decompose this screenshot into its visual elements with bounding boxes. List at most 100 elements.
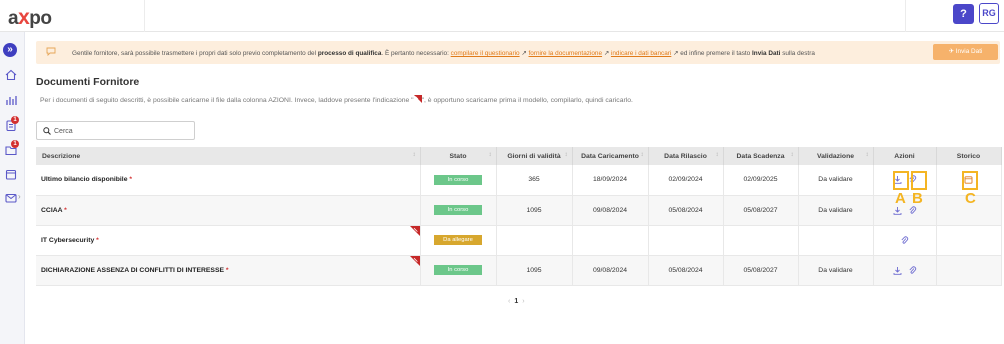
cell-descrizione: DICHIARAZIONE ASSENZA DI CONFLITTI DI IN… <box>36 255 421 286</box>
cell-scadenza <box>723 225 799 256</box>
template-flag-icon[interactable] <box>409 225 420 236</box>
paperclip-icon[interactable] <box>900 235 909 245</box>
annotation-label-a: A <box>895 190 906 207</box>
template-flag-icon <box>413 95 422 103</box>
notification-badge: 1 <box>11 116 19 124</box>
cell-rilascio: 05/08/2024 <box>648 255 724 286</box>
table-row: Ultimo bilancio disponibile * In corso 3… <box>36 165 1002 196</box>
notification-badge: 1 <box>11 140 19 148</box>
template-flag-icon[interactable] <box>409 255 420 266</box>
search-box <box>36 121 195 140</box>
annotation-label-b: B <box>912 190 923 207</box>
questionnaire-link[interactable]: compilare il questionario <box>451 50 520 57</box>
cell-stato: Da allegare <box>420 225 497 256</box>
documentation-link[interactable]: fornire la documentazione <box>529 50 603 57</box>
sidebar-expand-button[interactable]: » <box>3 43 17 57</box>
user-avatar-button[interactable]: RG <box>979 3 999 24</box>
column-header-giorni[interactable]: Giorni di validità ↕ <box>496 147 573 165</box>
cell-scadenza: 05/08/2027 <box>723 195 799 226</box>
comment-icon <box>46 47 56 56</box>
column-header-descrizione[interactable]: Descrizione ↕ <box>36 147 421 165</box>
send-data-button[interactable]: ✈ Invia Dati <box>933 44 998 60</box>
cell-descrizione: IT Cybersecurity * <box>36 225 421 256</box>
topbar-divider <box>144 0 145 32</box>
banner-text: Gentile fornitore, sarà possibile trasme… <box>72 50 815 57</box>
cell-giorni: 1095 <box>496 255 573 286</box>
cell-scadenza: 05/08/2027 <box>723 255 799 286</box>
cell-caricamento: 18/09/2024 <box>572 165 649 196</box>
column-header-scadenza[interactable]: Data Scadenza ↕ <box>723 147 799 165</box>
bank-details-link[interactable]: indicare i dati bancari <box>611 50 671 57</box>
status-badge: In corso <box>434 205 482 215</box>
highlight-box-c <box>962 171 978 190</box>
cell-storico <box>936 225 1002 256</box>
search-input[interactable] <box>54 124 189 138</box>
cell-caricamento: 09/08/2024 <box>572 255 649 286</box>
cell-scadenza: 02/09/2025 <box>723 165 799 196</box>
axpo-logo[interactable]: axpo <box>8 6 52 30</box>
documents-table: Descrizione ↕ Stato ↕ Giorni di validità ↕ … <box>36 147 1002 286</box>
download-icon[interactable] <box>893 266 902 275</box>
column-header-azioni: Azioni <box>873 147 937 165</box>
cell-azioni <box>873 255 937 286</box>
top-bar: axpo ? RG <box>0 0 1004 32</box>
status-badge: Da allegare <box>434 235 482 245</box>
help-button[interactable]: ? <box>953 4 974 24</box>
table-row: CCIAA * In corso 1095 09/08/2024 05/08/2… <box>36 195 1002 226</box>
sort-icon[interactable]: ↕ <box>565 152 568 158</box>
cell-rilascio: 05/08/2024 <box>648 195 724 226</box>
cell-giorni: 1095 <box>496 195 573 226</box>
cell-descrizione: Ultimo bilancio disponibile * <box>36 165 421 196</box>
cell-stato: In corso <box>420 195 497 226</box>
column-header-storico: Storico <box>936 147 1002 165</box>
cell-caricamento <box>572 225 649 256</box>
highlight-box-b <box>911 171 927 190</box>
table-header-row: Descrizione ↕ Stato ↕ Giorni di validità ↕ … <box>36 147 1002 165</box>
status-badge: In corso <box>434 265 482 275</box>
cell-stato: In corso <box>420 255 497 286</box>
sort-icon[interactable]: ↕ <box>413 152 416 158</box>
sort-icon[interactable]: ↕ <box>641 152 644 158</box>
search-icon <box>43 127 51 135</box>
annotation-label-c: C <box>965 190 976 207</box>
mail-icon[interactable] <box>5 192 17 204</box>
cell-rilascio: 02/09/2024 <box>648 165 724 196</box>
paperclip-icon[interactable] <box>908 265 917 275</box>
cell-validazione: Da validare <box>798 195 874 226</box>
chart-icon[interactable] <box>5 94 17 106</box>
cell-storico <box>936 255 1002 286</box>
pagination: ‹ 1 › <box>508 298 525 305</box>
sort-icon[interactable]: ↕ <box>866 152 869 158</box>
sidebar: » 1 1 › <box>0 32 25 344</box>
cell-validazione: Da validare <box>798 255 874 286</box>
column-header-validazione[interactable]: Validazione ↕ <box>798 147 874 165</box>
prev-page-button[interactable]: ‹ <box>508 298 510 305</box>
column-header-caricamento[interactable]: Data Caricamento ↕ <box>572 147 649 165</box>
page-number[interactable]: 1 <box>514 298 518 305</box>
qualification-banner: Gentile fornitore, sarà possibile trasme… <box>36 41 1000 64</box>
highlight-box-a <box>893 171 909 190</box>
cell-giorni: 365 <box>496 165 573 196</box>
table-row: DICHIARAZIONE ASSENZA DI CONFLITTI DI IN… <box>36 255 1002 286</box>
topbar-divider <box>905 0 906 32</box>
page-instructions: Per i documenti di seguito descritti, è … <box>40 95 633 104</box>
cell-stato: In corso <box>420 165 497 196</box>
column-header-stato[interactable]: Stato ↕ <box>420 147 497 165</box>
sort-icon[interactable]: ↕ <box>716 152 719 158</box>
calendar-icon[interactable] <box>5 168 17 180</box>
sort-icon[interactable]: ↕ <box>791 152 794 158</box>
sort-icon[interactable]: ↕ <box>489 152 492 158</box>
status-badge: In corso <box>434 174 482 185</box>
cell-validazione <box>798 225 874 256</box>
cell-rilascio <box>648 225 724 256</box>
cell-descrizione: CCIAA * <box>36 195 421 226</box>
home-icon[interactable] <box>5 69 17 81</box>
cell-validazione: Da validare <box>798 165 874 196</box>
cell-azioni <box>873 225 937 256</box>
page-title: Documenti Fornitore <box>36 76 140 88</box>
cell-giorni <box>496 225 573 256</box>
chevron-right-icon[interactable]: › <box>18 192 21 201</box>
next-page-button[interactable]: › <box>522 298 524 305</box>
column-header-rilascio[interactable]: Data Rilascio ↕ <box>648 147 724 165</box>
table-row: IT Cybersecurity * Da allegare <box>36 225 1002 256</box>
